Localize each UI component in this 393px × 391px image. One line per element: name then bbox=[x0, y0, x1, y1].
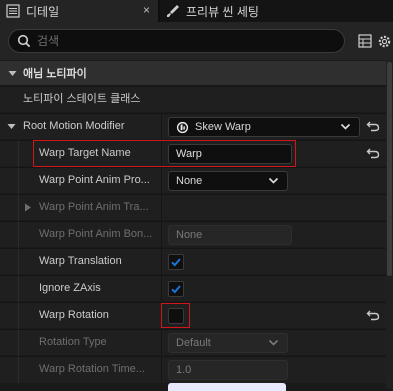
tree-guide-line bbox=[18, 195, 19, 221]
chevron-down-icon bbox=[340, 121, 351, 135]
section-anim-notify[interactable]: 애님 노티파이 bbox=[0, 61, 386, 85]
reset-to-default-icon[interactable] bbox=[366, 119, 380, 133]
notify-state-class-label: 노티파이 스테이트 클래스 bbox=[23, 93, 141, 105]
warp-rotation-time-label: Warp Rotation Time... bbox=[39, 363, 145, 375]
tab-details-label: 디테일 bbox=[26, 4, 60, 19]
collapse-arrow-icon[interactable] bbox=[8, 69, 17, 78]
warp-target-name-label: Warp Target Name bbox=[39, 147, 131, 159]
tab-details[interactable]: 디테일 × bbox=[0, 0, 158, 22]
tree-guide-line bbox=[18, 303, 19, 329]
warp-rotation-label: Warp Rotation bbox=[39, 309, 109, 321]
settings-gear-icon[interactable] bbox=[376, 33, 392, 49]
warp-point-anim-bone-label: Warp Point Anim Bon... bbox=[39, 228, 153, 240]
rotation-type-dropdown[interactable]: Default bbox=[168, 333, 288, 353]
row-warp-point-anim-transform: Warp Point Anim Tra... bbox=[0, 194, 386, 221]
root-motion-modifier-dropdown[interactable]: Skew Warp bbox=[168, 117, 360, 137]
row-warp-target-name: Warp Target Name bbox=[0, 140, 386, 167]
partially-visible-button[interactable] bbox=[168, 383, 286, 391]
tree-guide-line bbox=[18, 168, 19, 194]
column-divider bbox=[161, 114, 162, 139]
row-warp-point-anim-bone: Warp Point Anim Bon... bbox=[0, 221, 386, 248]
row-warp-rotation-time: Warp Rotation Time... bbox=[0, 356, 386, 383]
warp-target-name-field[interactable] bbox=[168, 144, 292, 164]
scrollbar-thumb[interactable] bbox=[387, 62, 392, 276]
checkmark-icon bbox=[171, 285, 181, 294]
warp-point-anim-transform-label: Warp Point Anim Tra... bbox=[39, 201, 149, 213]
chevron-down-icon bbox=[268, 175, 279, 189]
column-divider bbox=[161, 249, 162, 274]
warp-point-anim-provider-dropdown[interactable]: None bbox=[168, 171, 288, 191]
expand-arrow-icon[interactable] bbox=[7, 122, 16, 131]
checkmark-icon bbox=[171, 258, 181, 267]
search-input[interactable] bbox=[37, 34, 317, 48]
brush-icon bbox=[166, 4, 180, 18]
details-icon bbox=[6, 4, 20, 18]
warp-translation-checkbox[interactable] bbox=[168, 254, 184, 270]
grid-view-icon[interactable] bbox=[357, 33, 373, 49]
warp-translation-label: Warp Translation bbox=[39, 255, 122, 267]
row-rotation-type: Rotation Type Default bbox=[0, 329, 386, 356]
chevron-down-icon bbox=[268, 337, 279, 351]
section-label: 애님 노티파이 bbox=[23, 68, 87, 80]
tree-guide-line bbox=[18, 276, 19, 302]
search-icon bbox=[17, 34, 31, 48]
warp-point-anim-bone-field[interactable] bbox=[168, 225, 292, 245]
warp-point-anim-provider-value: None bbox=[176, 175, 203, 187]
reset-to-default-icon[interactable] bbox=[366, 146, 380, 160]
column-divider bbox=[161, 195, 162, 220]
warp-rotation-checkbox[interactable] bbox=[168, 308, 184, 324]
tree-guide-line bbox=[18, 330, 19, 356]
tree-guide-line bbox=[18, 249, 19, 275]
tab-preview-scene-settings[interactable]: 프리뷰 씬 세팅 bbox=[160, 0, 393, 22]
unreal-logo-icon bbox=[176, 121, 189, 134]
row-root-motion-modifier: Root Motion Modifier Skew Warp bbox=[0, 113, 386, 139]
search-box[interactable] bbox=[8, 29, 345, 53]
ignore-zaxis-label: Ignore ZAxis bbox=[39, 282, 101, 294]
column-divider bbox=[161, 303, 162, 328]
rotation-type-label: Rotation Type bbox=[39, 336, 107, 348]
tab-preview-label: 프리뷰 씬 세팅 bbox=[186, 4, 259, 19]
column-divider bbox=[161, 168, 162, 193]
ignore-zaxis-checkbox[interactable] bbox=[168, 281, 184, 297]
column-divider bbox=[161, 357, 162, 382]
warp-point-anim-provider-label: Warp Point Anim Pro... bbox=[39, 174, 150, 186]
tree-guide-line bbox=[18, 141, 19, 167]
reset-to-default-icon[interactable] bbox=[366, 308, 380, 322]
root-motion-modifier-label: Root Motion Modifier bbox=[23, 120, 125, 132]
column-divider bbox=[161, 330, 162, 355]
expand-arrow-icon[interactable] bbox=[24, 203, 32, 212]
rotation-type-value: Default bbox=[176, 337, 211, 349]
root-motion-modifier-value: Skew Warp bbox=[195, 121, 251, 133]
row-warp-translation: Warp Translation bbox=[0, 248, 386, 275]
row-warp-rotation: Warp Rotation bbox=[0, 302, 386, 329]
row-notify-state-class: 노티파이 스테이트 클래스 bbox=[0, 86, 386, 112]
row-ignore-zaxis: Ignore ZAxis bbox=[0, 275, 386, 302]
column-divider bbox=[161, 276, 162, 301]
tree-guide-line bbox=[18, 222, 19, 248]
close-icon[interactable]: × bbox=[143, 3, 150, 17]
tree-guide-line bbox=[18, 357, 19, 383]
column-divider bbox=[161, 141, 162, 166]
row-warp-point-anim-provider: Warp Point Anim Pro... None bbox=[0, 167, 386, 194]
column-divider bbox=[161, 222, 162, 247]
warp-rotation-time-field[interactable] bbox=[168, 360, 288, 380]
